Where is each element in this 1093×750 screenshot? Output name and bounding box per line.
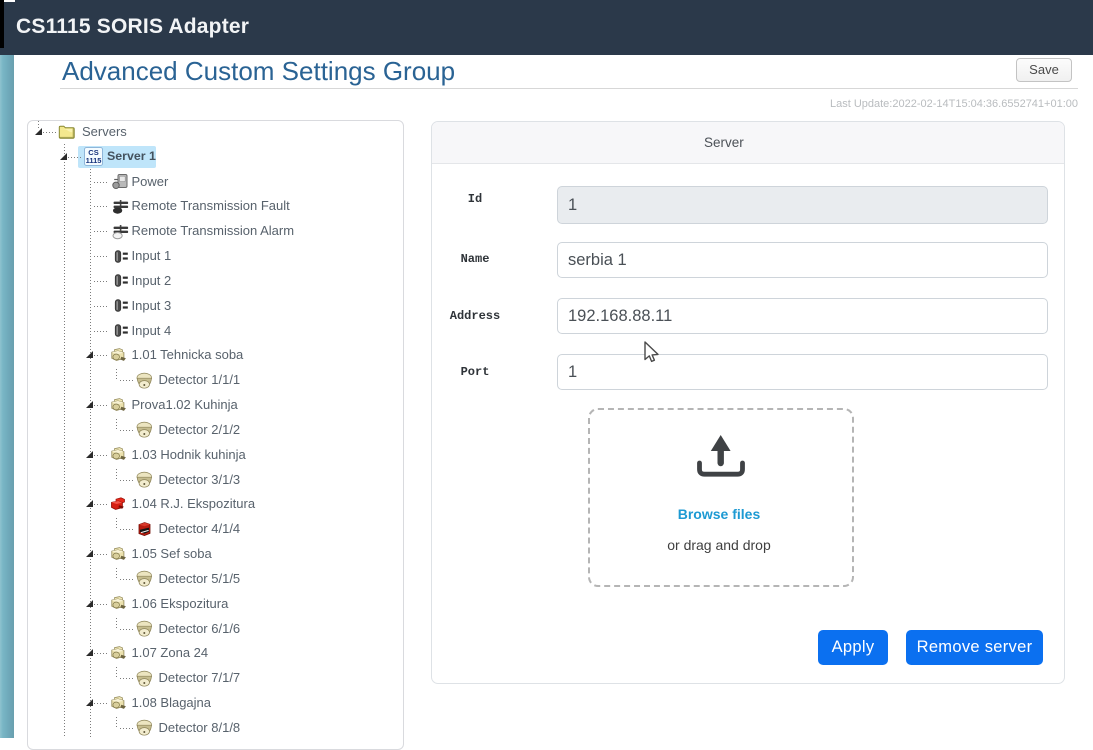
svg-text:1115: 1115 (86, 156, 102, 165)
